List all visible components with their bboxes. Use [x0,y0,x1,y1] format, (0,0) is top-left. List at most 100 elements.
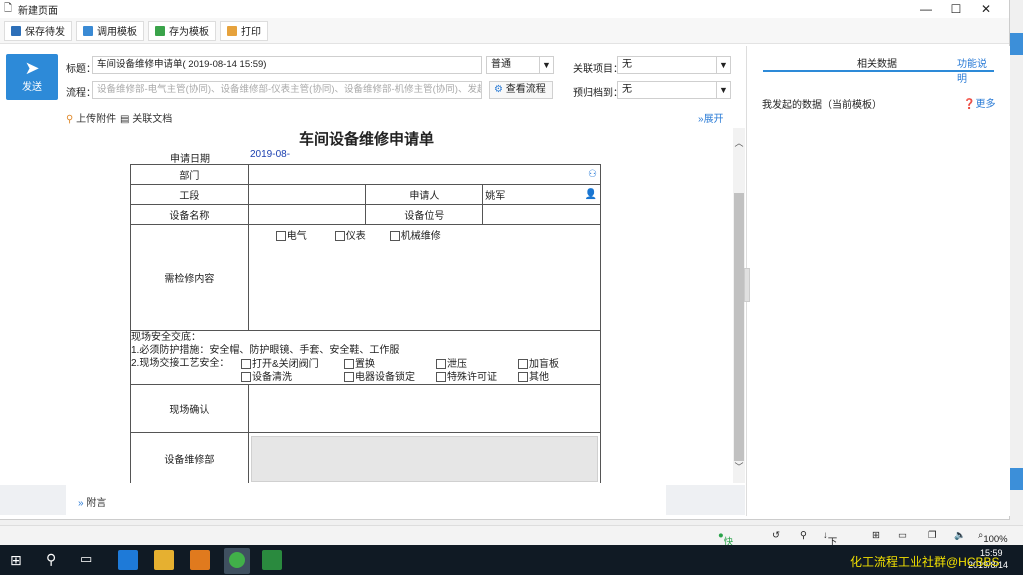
section-field[interactable] [247,184,367,205]
more-label: 更多 [975,99,996,110]
archive-select[interactable]: 无 ▼ [617,81,731,99]
save-template-button[interactable]: 存为模板 [148,20,216,41]
upload-attachment-link[interactable]: ⚲ 上传附件 [66,110,116,125]
clip-tool[interactable]: ● 快剪辑 [718,530,733,575]
window-icon[interactable]: ▭ [898,530,907,541]
safety-pressure[interactable]: 泄压 [436,358,467,371]
expand-link[interactable]: »展开 [698,110,724,125]
safety-other[interactable]: 其他 [518,371,549,384]
repair-content-label: 需检修内容 [130,224,249,331]
print-button[interactable]: 打印 [220,20,268,41]
close-button[interactable]: ✕ [971,0,1001,18]
form-content: 车间设备维修申请单 申请日期 2019-08- 部门 ⚇ 工段 申请人 姚军 👤 … [0,128,733,483]
safety-blind-label: 加盲板 [529,359,559,370]
checkbox[interactable] [518,372,528,383]
grid-icon[interactable]: ⊞ [872,530,880,541]
download-tool[interactable]: ↓ 下载 [823,530,837,562]
send-button[interactable]: ➤ 发送 [6,54,58,100]
checkbox[interactable] [275,231,286,242]
apply-date-value[interactable]: 2019-08- [250,149,290,160]
checkbox[interactable] [518,359,528,370]
tab-help[interactable]: 功能说明 [957,55,994,85]
panel-collapse-handle[interactable] [744,268,750,302]
windows-start-icon[interactable]: ⊞ [10,552,30,572]
org-picker-icon[interactable]: ⚇ [588,169,597,180]
checkbox[interactable] [241,359,251,370]
vertical-scrollbar[interactable]: ︿ ﹀ [733,128,745,483]
option-electric[interactable]: 电气 [275,227,307,242]
attachment-label: 附言 [86,498,107,509]
refresh-icon[interactable]: ↺ [772,530,780,541]
edge-block [1010,33,1023,55]
chevron-down-icon: ▼ [716,57,730,73]
equip-name-label: 设备名称 [130,204,249,225]
repair-form-table: 部门 ⚇ 工段 申请人 姚军 👤 设备名称 设备位号 需检修内容 电气 仪表 机械… [130,164,602,483]
save-draft-button[interactable]: 保存待发 [4,20,72,41]
repair-content-field[interactable]: 电气 仪表 机械维修 [247,224,602,331]
scroll-thumb[interactable] [734,193,744,461]
checkbox[interactable] [389,231,400,242]
equip-name-field[interactable] [247,204,367,225]
browser-statusbar: ● 快剪辑 ↺ ⚲ ↓ 下载 ⊞ ▭ ❐ 🔈 ⌕ 100% [0,525,1023,575]
print-label: 打印 [241,27,261,38]
ie-browser-icon[interactable] [118,550,138,570]
view-flow-button[interactable]: ⚙ 查看流程 [489,81,553,99]
maximize-button[interactable]: ☐ [941,0,971,18]
attachment-area[interactable]: » 附言 [66,485,666,515]
option-instrument[interactable]: 仪表 [334,227,366,242]
dept-field[interactable]: ⚇ [247,164,602,185]
window-controls: — ☐ ✕ [911,0,1001,18]
toolbar: 保存待发 调用模板 存为模板 打印 [0,18,1009,44]
flow-input[interactable]: 设备维修部-电气主管(协同)、设备维修部-仪表主管(协同)、设备维修部-机修主管… [92,81,482,99]
scroll-down-icon[interactable]: ﹀ [733,460,745,473]
attachment-toggle[interactable]: » 附言 [78,494,106,509]
title-input[interactable]: 车间设备维修申请单( 2019-08-14 15:59) [92,56,482,74]
person-picker-icon[interactable]: 👤 [585,189,597,200]
task-view-icon[interactable]: ▭ [80,551,100,571]
checkbox[interactable] [436,372,446,383]
more-link[interactable]: ❓更多 [963,95,995,110]
page-icon: 🗋 [4,2,13,14]
option-mech[interactable]: 机械维修 [389,227,441,242]
priority-value: 普通 [491,59,511,70]
checkbox[interactable] [436,359,446,370]
safety-section: 现场安全交底： 1.必须防护措施：安全帽、防护眼镜、手套、安全鞋、工作服 2.现… [130,330,601,385]
checkbox[interactable] [344,359,354,370]
paper-plane-icon: ➤ [24,58,40,78]
watermark: 化工流程工业社群@HCBBS [850,555,1000,569]
priority-select[interactable]: 普通 ▼ [486,56,554,74]
safety-replace[interactable]: 置换 [344,358,375,371]
search-icon[interactable]: ⚲ [46,551,66,571]
outlook-icon[interactable] [190,550,210,570]
doc-icon: ▤ [120,114,130,125]
checkbox[interactable] [344,372,354,383]
scroll-up-icon[interactable]: ︿ [733,136,745,149]
safety-title: 现场安全交底： [131,332,201,343]
pin-icon[interactable]: ⚲ [800,530,807,541]
expand-label: 展开 [703,114,724,125]
tab-related-data[interactable]: 相关数据 [857,55,897,70]
option-mech-label: 机械维修 [400,231,441,242]
site-confirm-field[interactable] [247,384,602,433]
checkbox[interactable] [241,372,251,383]
chevron-down-icon: ▼ [539,57,553,73]
safety-permit[interactable]: 特殊许可证 [436,371,497,384]
safety-clean[interactable]: 设备清洗 [241,371,292,384]
checkbox[interactable] [334,231,345,242]
active-app-tab[interactable] [224,548,250,574]
related-doc-link[interactable]: ▤ 关联文档 [120,110,172,125]
safety-lock[interactable]: 电器设备锁定 [344,371,415,384]
safety-blind[interactable]: 加盲板 [518,358,559,371]
file-explorer-icon[interactable] [154,550,174,570]
applicant-field[interactable]: 姚军 👤 [482,184,601,205]
copy-icon[interactable]: ❐ [928,530,937,541]
paperclip-icon: ⚲ [66,114,74,125]
safety-open-close[interactable]: 打开&关闭阀门 [241,358,319,371]
load-template-button[interactable]: 调用模板 [76,20,144,41]
equip-pos-field[interactable] [482,204,601,225]
minimize-button[interactable]: — [911,0,941,18]
zoom-indicator[interactable]: ⌕ 100% [978,530,1008,545]
volume-icon[interactable]: 🔈 [954,530,966,541]
excel-icon[interactable] [262,550,282,570]
related-project-select[interactable]: 无 ▼ [617,56,731,74]
